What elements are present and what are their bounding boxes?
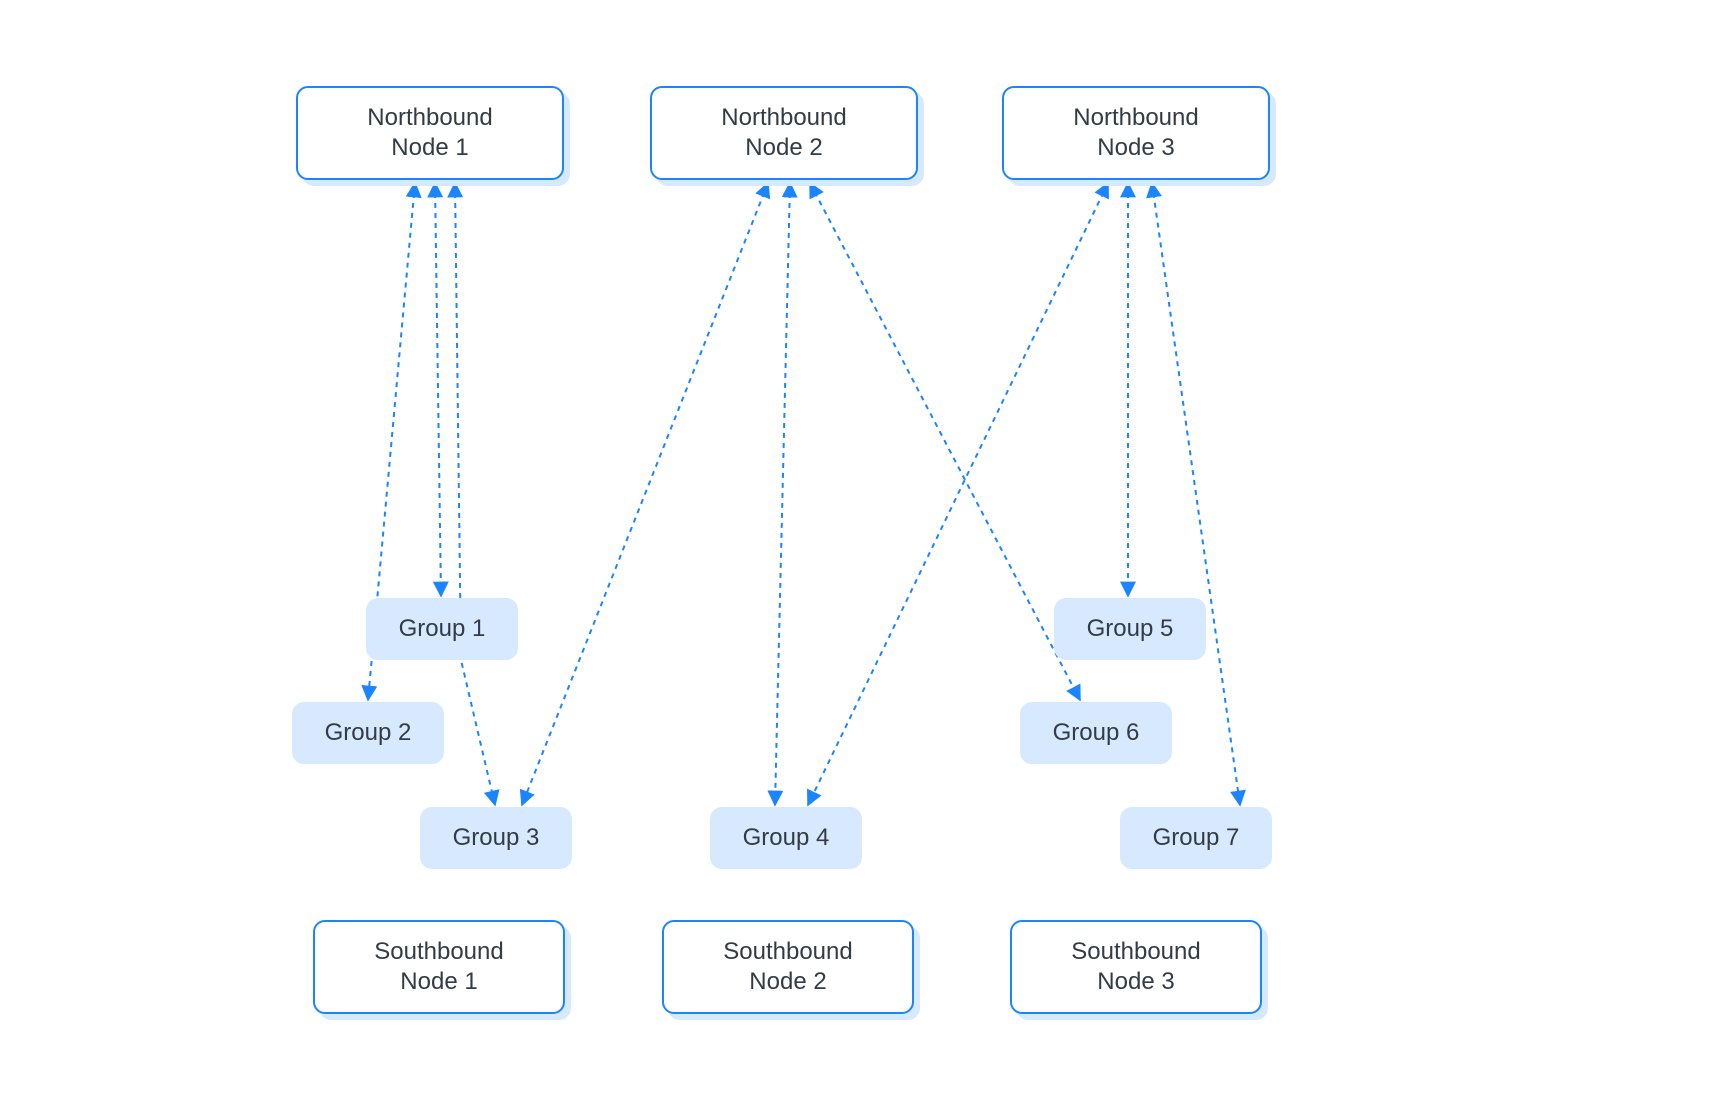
group-label: Group 3 <box>453 824 540 852</box>
node-label-line1: Southbound <box>723 937 852 967</box>
node-label-line2: Node 3 <box>1097 133 1174 163</box>
northbound-node-3: Northbound Node 3 <box>1002 86 1270 180</box>
diagram-canvas: Northbound Node 1 Northbound Node 2 Nort… <box>0 0 1714 1120</box>
group-label: Group 4 <box>743 824 830 852</box>
group-1: Group 1 <box>366 598 518 660</box>
southbound-node-2: Southbound Node 2 <box>662 920 914 1014</box>
node-label-line2: Node 2 <box>745 133 822 163</box>
northbound-node-2: Northbound Node 2 <box>650 86 918 180</box>
group-2: Group 2 <box>292 702 444 764</box>
group-label: Group 1 <box>399 615 486 643</box>
group-label: Group 2 <box>325 719 412 747</box>
node-label-line2: Node 1 <box>391 133 468 163</box>
group-7: Group 7 <box>1120 807 1272 869</box>
node-label-line1: Southbound <box>1071 937 1200 967</box>
node-label-line1: Southbound <box>374 937 503 967</box>
node-label-line1: Northbound <box>721 103 846 133</box>
northbound-node-1: Northbound Node 1 <box>296 86 564 180</box>
node-label-line2: Node 3 <box>1097 967 1174 997</box>
group-6: Group 6 <box>1020 702 1172 764</box>
group-label: Group 5 <box>1087 615 1174 643</box>
group-3: Group 3 <box>420 807 572 869</box>
group-label: Group 7 <box>1153 824 1240 852</box>
node-label-line2: Node 2 <box>749 967 826 997</box>
group-4: Group 4 <box>710 807 862 869</box>
group-5: Group 5 <box>1054 598 1206 660</box>
group-label: Group 6 <box>1053 719 1140 747</box>
southbound-node-3: Southbound Node 3 <box>1010 920 1262 1014</box>
node-label-line1: Northbound <box>1073 103 1198 133</box>
southbound-node-1: Southbound Node 1 <box>313 920 565 1014</box>
node-label-line2: Node 1 <box>400 967 477 997</box>
node-label-line1: Northbound <box>367 103 492 133</box>
